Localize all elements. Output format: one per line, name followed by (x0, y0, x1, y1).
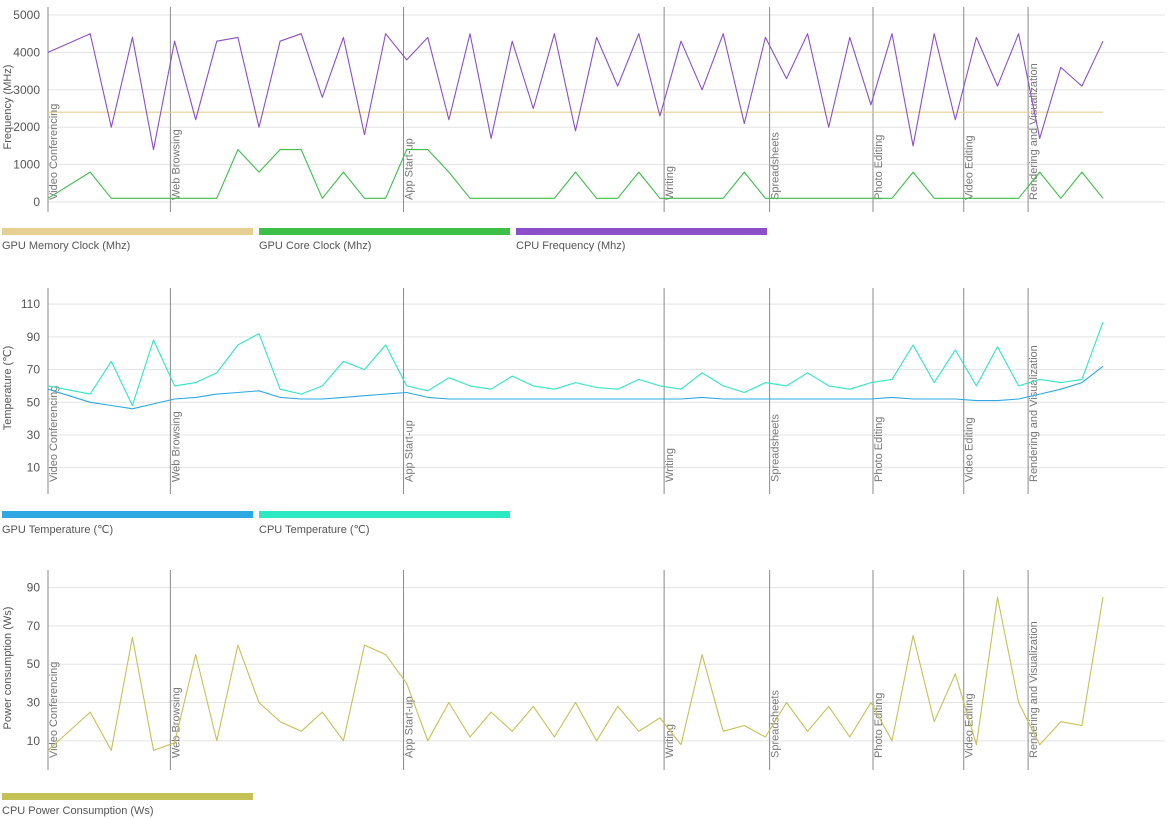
y-tick-label: 0 (33, 195, 40, 209)
y-tick-label: 90 (27, 581, 41, 595)
y-tick-label: 1000 (13, 158, 40, 172)
y-tick-label: 90 (27, 330, 41, 344)
legend-swatch (2, 793, 253, 800)
y-tick-label: 10 (27, 734, 41, 748)
segment-label: Rendering and Visualization (1028, 621, 1040, 758)
y-tick-label: 2000 (13, 120, 40, 134)
segment-label: Spreadsheets (770, 690, 782, 758)
y-axis-label: Frequency (MHz) (2, 65, 14, 150)
segment-label: Web Browsing (170, 129, 182, 200)
y-tick-label: 3000 (13, 83, 40, 97)
y-tick-label: 50 (27, 657, 41, 671)
y-tick-label: 50 (27, 395, 41, 409)
segment-label: Video Conferencing (48, 386, 60, 482)
segment-label: Video Conferencing (48, 662, 60, 758)
segment-label: Video Editing (964, 135, 976, 200)
segment-label: Video Conferencing (48, 104, 60, 200)
segment-label: Spreadsheets (770, 414, 782, 482)
legend-swatch (2, 511, 253, 518)
y-axis-label: Temperature (℃) (2, 346, 14, 431)
charts-svg: 0 1000 2000 3000 4000 5000 Frequency (MHz) Vide… (2, 7, 1165, 770)
segment-label: Spreadsheets (770, 132, 782, 200)
legend-label: CPU Power Consumption (Ws) (2, 805, 154, 817)
segment-label: App Start-up (404, 420, 416, 482)
y-axis-label: Power consumption (Ws) (2, 607, 14, 730)
segment-label: Web Browsing (170, 411, 182, 482)
segment-label: App Start-up (404, 138, 416, 200)
y-tick-label: 30 (27, 428, 41, 442)
frequency-chart: 0 1000 2000 3000 4000 5000 Frequency (MHz) Vide… (2, 7, 1165, 212)
legend-swatch (516, 228, 767, 235)
y-tick-label: 10 (27, 461, 41, 475)
legend-label: GPU Core Clock (Mhz) (259, 240, 372, 252)
legend-swatch (259, 228, 510, 235)
segment-label: Web Browsing (170, 687, 182, 758)
legend-item-cpu-power: CPU Power Consumption (Ws) (2, 793, 253, 817)
legend-swatch (259, 511, 510, 518)
legend-label: CPU Temperature (℃) (259, 524, 370, 536)
legend-label: GPU Temperature (℃) (2, 524, 114, 536)
legend-swatch (2, 228, 253, 235)
legend-item-gpu-core-clock: GPU Core Clock (Mhz) (259, 228, 510, 252)
temperature-chart: 10 30 50 70 90 110 Temperature (℃) Video Confer… (2, 288, 1165, 494)
legend-label: CPU Frequency (Mhz) (516, 240, 626, 252)
legend-item-gpu-temperature: GPU Temperature (℃) (2, 511, 253, 536)
series-line (47, 149, 1104, 199)
segment-label: Video Editing (964, 693, 976, 758)
series-line (47, 596, 1104, 751)
legend-item-cpu-frequency: CPU Frequency (Mhz) (516, 228, 767, 252)
segment-label: Writing (664, 724, 676, 758)
segment-label: Writing (664, 166, 676, 200)
y-tick-label: 30 (27, 696, 41, 710)
segment-label: Photo Editing (873, 417, 885, 482)
chart-canvas: 0 1000 2000 3000 4000 5000 Frequency (MHz) Vide… (0, 0, 1170, 818)
segment-label: Rendering and Visualization (1028, 345, 1040, 482)
segment-label: Photo Editing (873, 135, 885, 200)
y-tick-label: 70 (27, 619, 41, 633)
segment-label: Writing (664, 448, 676, 482)
series-line (47, 33, 1104, 151)
series-line (47, 322, 1104, 407)
legend-item-gpu-memory-clock: GPU Memory Clock (Mhz) (2, 228, 253, 252)
y-tick-label: 5000 (13, 8, 40, 22)
legend-item-cpu-temperature: CPU Temperature (℃) (259, 511, 510, 536)
y-tick-label: 70 (27, 363, 41, 377)
y-tick-label: 110 (21, 297, 40, 311)
power-chart: 10 30 50 70 90 Power consumption (Ws) Video Co… (2, 570, 1165, 770)
y-tick-label: 4000 (13, 45, 40, 59)
legend-label: GPU Memory Clock (Mhz) (2, 240, 131, 252)
segment-label: Video Editing (964, 417, 976, 482)
segment-label: App Start-up (404, 696, 416, 758)
